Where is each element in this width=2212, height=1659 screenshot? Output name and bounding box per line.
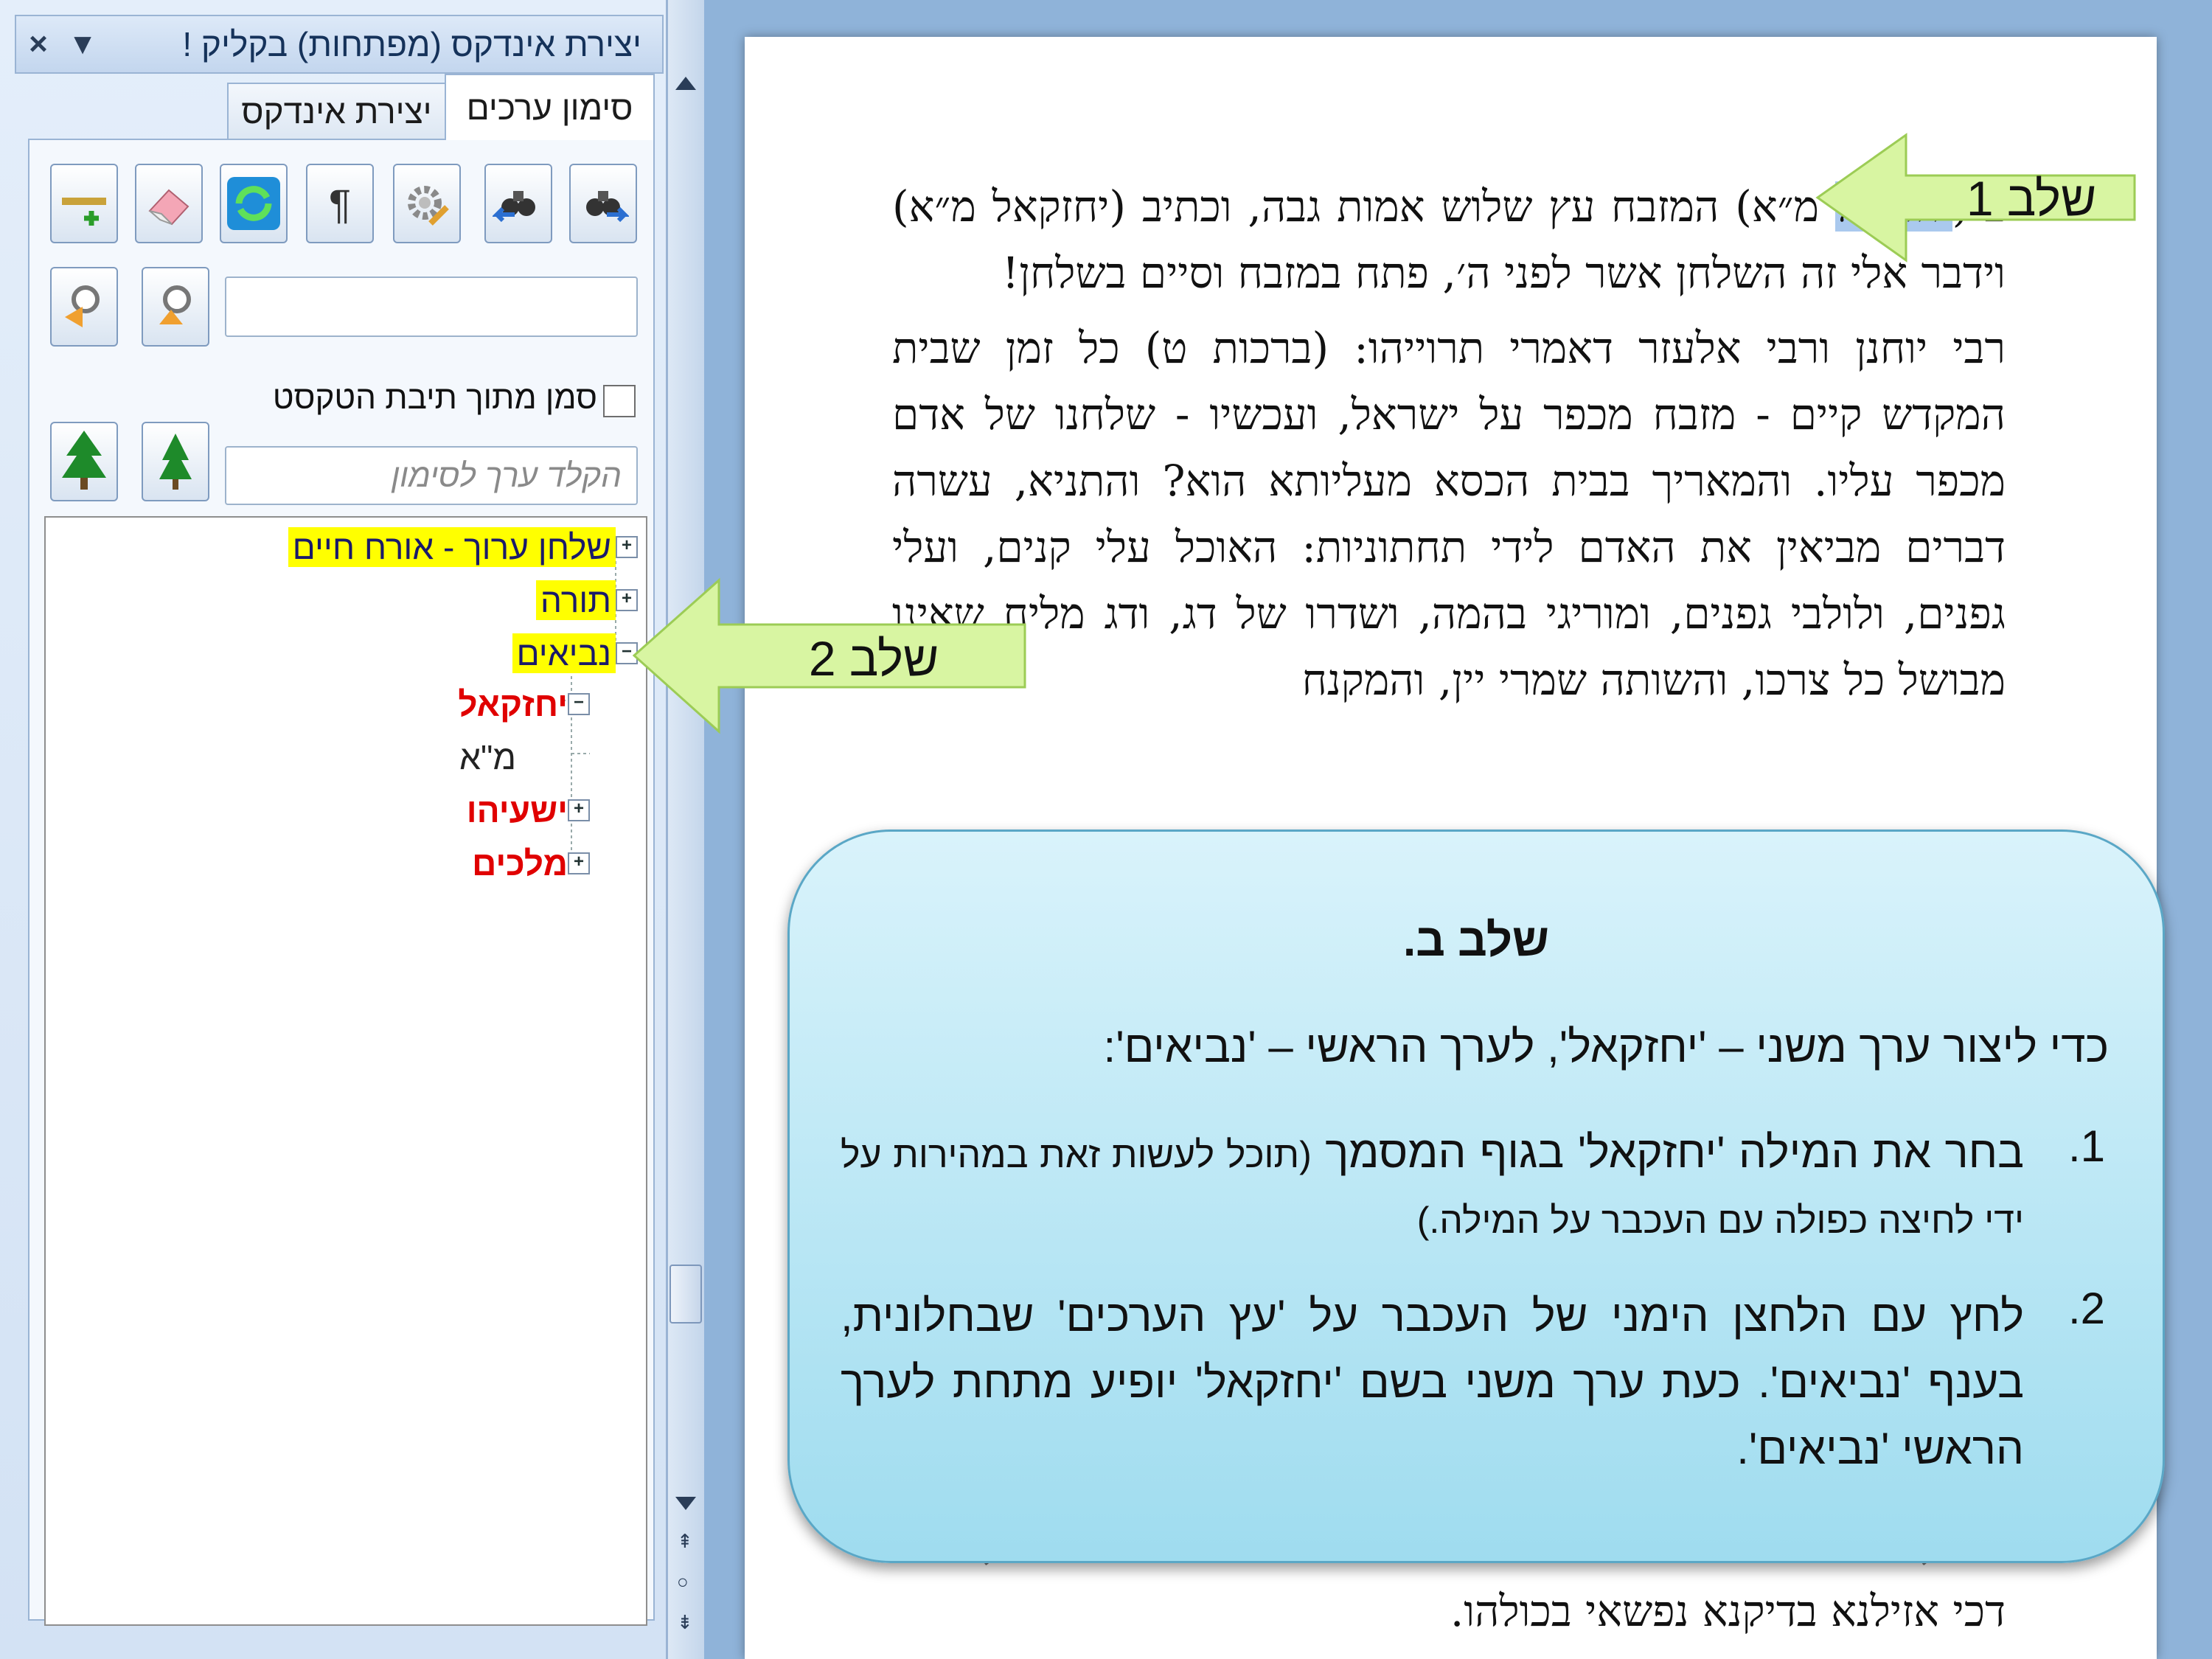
- expand-icon[interactable]: +: [568, 799, 590, 821]
- tree-icon: [62, 431, 106, 490]
- find-prev-button[interactable]: [50, 267, 118, 347]
- scroll-down-icon[interactable]: [675, 1497, 696, 1510]
- pilcrow-icon: ¶: [328, 180, 352, 227]
- next-page-icon[interactable]: ⇟: [677, 1611, 695, 1633]
- tree-node-label: שלחן ערוך - אורח חיים: [288, 527, 616, 567]
- pilcrow-button[interactable]: ¶: [306, 164, 374, 243]
- tab-create-index[interactable]: יצירת אינדקס: [227, 83, 446, 140]
- tree-node-label: תורה: [535, 580, 616, 620]
- eraser-button[interactable]: [135, 164, 203, 243]
- settings-button[interactable]: [393, 164, 461, 243]
- gear-pencil-icon: [408, 186, 449, 226]
- tree-node-shulchan-aruch[interactable]: + שלחן ערוך - אורח חיים: [236, 525, 638, 569]
- magnifier-arrow-icon: [159, 285, 191, 324]
- refresh-icon: [227, 177, 280, 230]
- collapse-icon[interactable]: −: [568, 693, 590, 715]
- find-next-button[interactable]: [142, 267, 209, 347]
- add-line-icon: [62, 198, 106, 226]
- search-back-button[interactable]: [484, 164, 552, 243]
- tree-node-yechezkel[interactable]: − יחזקאל: [413, 682, 590, 726]
- mark-from-textbox-label: סמן מתוך תיבת הטקסט: [272, 380, 597, 416]
- magnifier-arrow-back-icon: [65, 285, 100, 327]
- small-tree-icon: [159, 434, 192, 490]
- pane-title: יצירת אינדקס (מפתחות) בקליק !: [182, 25, 641, 63]
- scroll-thumb[interactable]: [669, 1265, 702, 1324]
- prev-page-icon[interactable]: ⇞: [677, 1530, 695, 1552]
- search-forward-button[interactable]: [569, 164, 637, 243]
- tree-node-label: מ"א: [459, 738, 516, 776]
- mark-from-textbox-checkbox[interactable]: [603, 385, 636, 417]
- scroll-up-icon[interactable]: [675, 77, 696, 90]
- callout-step-1: 1. בחר את המילה 'יחזקאל' בגוף המסמך (תוכ…: [841, 1121, 2105, 1252]
- binoculars-forward-icon: [586, 191, 629, 223]
- search-text-input[interactable]: [225, 276, 638, 337]
- add-entry-tree-button[interactable]: [50, 422, 118, 501]
- tree-node-label: ישעיהו: [466, 791, 568, 830]
- step-text: בחר את המילה 'יחזקאל' בגוף המסמך (תוכל ל…: [841, 1127, 2024, 1241]
- step-number: 1.: [2067, 1121, 2105, 1171]
- tab-mark-entries[interactable]: סימון ערכים: [445, 74, 655, 140]
- eraser-icon: [148, 189, 189, 226]
- pane-close-icon[interactable]: ×: [16, 26, 60, 63]
- callout-title: שלב ב.: [1403, 915, 1549, 966]
- refresh-button[interactable]: [220, 164, 288, 243]
- tree-node-label: מלכים: [472, 844, 568, 883]
- entry-key-input[interactable]: הקלד ערך לסימון: [225, 446, 638, 505]
- expand-icon[interactable]: +: [568, 852, 590, 874]
- tree-node-torah[interactable]: + תורה: [442, 578, 638, 622]
- step-number: 2.: [2067, 1284, 2105, 1333]
- step1-label: שלב 1: [1966, 171, 2097, 226]
- tree-node-label: נביאים: [512, 633, 616, 673]
- binoculars-back-icon: [493, 191, 535, 223]
- tree-node-yeshayahu[interactable]: + ישעיהו: [413, 788, 590, 832]
- doc-line: דכי אזילנא בדיקנא נפשאי בכולהו.: [1450, 1586, 2006, 1636]
- doc-paragraph-2: רבי יוחנן ורבי אלעזר דאמרי תרוייהו: (ברכ…: [892, 323, 2006, 705]
- pane-dropdown-icon[interactable]: ▼: [60, 28, 105, 61]
- tree-node-neviim[interactable]: − נביאים: [442, 631, 638, 675]
- vertical-scrollbar[interactable]: [667, 0, 704, 1659]
- tree-node-ma[interactable]: מ"א: [413, 735, 516, 779]
- step2-label: שלב 2: [808, 631, 939, 686]
- pane-title-bar: יצירת אינדקס (מפתחות) בקליק ! ▼ ×: [15, 15, 664, 74]
- step-text: לחץ עם הלחצן הימני של העכבר על 'עץ הערכי…: [841, 1291, 2024, 1473]
- add-entry-button[interactable]: [50, 164, 118, 243]
- expand-icon[interactable]: +: [616, 536, 638, 558]
- add-subentry-button[interactable]: [142, 422, 209, 501]
- tree-node-label: יחזקאל: [458, 685, 568, 723]
- browse-object-icon[interactable]: ○: [677, 1571, 695, 1593]
- tree-node-melachim[interactable]: + מלכים: [413, 841, 590, 886]
- callout-step-2: 2. לחץ עם הלחצן הימני של העכבר על 'עץ הע…: [841, 1283, 2105, 1482]
- callout-intro: כדי ליצור ערך משני – 'יחזקאל', לערך הראש…: [1103, 1022, 2109, 1071]
